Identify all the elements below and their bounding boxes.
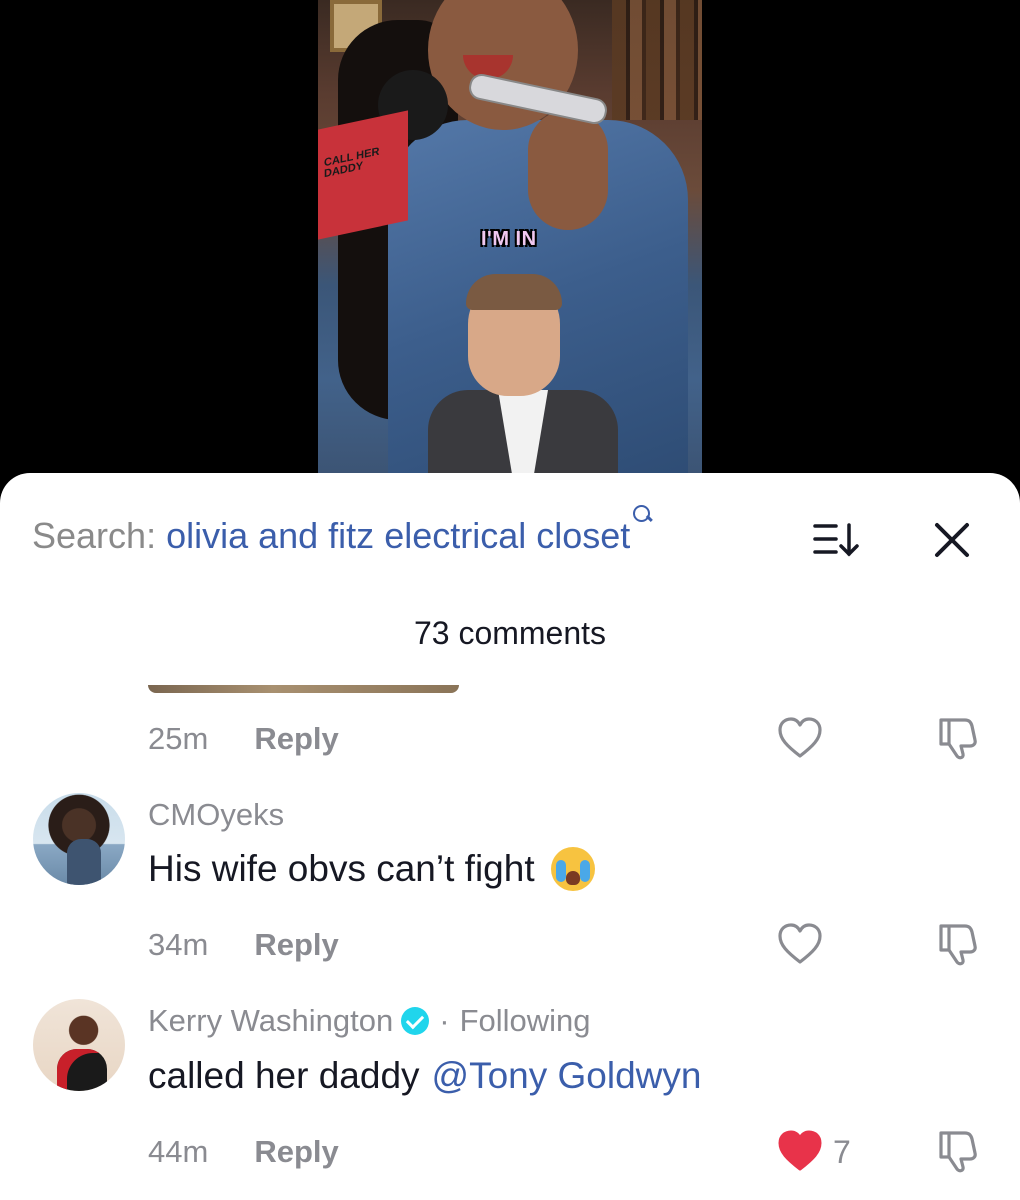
search-icon[interactable] — [632, 504, 654, 526]
mic-flag: CALL HER DADDY — [318, 110, 408, 240]
comment-text: His wife obvs can’t fight — [148, 848, 535, 889]
reply-button[interactable]: Reply — [254, 721, 338, 757]
separator-dot: · — [439, 1003, 450, 1038]
sort-icon[interactable] — [812, 521, 860, 559]
reply-button[interactable]: Reply — [254, 927, 338, 963]
inset-hair — [466, 274, 562, 310]
comment-time: 25m — [148, 721, 209, 756]
avatar[interactable] — [33, 793, 125, 885]
heart-icon[interactable] — [777, 716, 823, 760]
search-banner[interactable]: Search: olivia and fitz electrical close… — [32, 505, 654, 561]
comments-sheet: Search: olivia and fitz electrical close… — [0, 473, 1020, 1200]
comment-time: 44m — [148, 1134, 209, 1169]
avatar[interactable] — [33, 999, 125, 1091]
reply-button[interactable]: Reply — [254, 1134, 338, 1170]
video-frame[interactable]: CALL HER DADDY I'M IN — [318, 0, 702, 475]
loudly-crying-face-icon — [550, 847, 595, 891]
inset-portrait — [428, 274, 618, 475]
comments-count: 73 comments — [413, 615, 607, 651]
mention-link[interactable]: @Tony Goldwyn — [432, 1055, 702, 1097]
thumbs-down-icon[interactable] — [935, 1127, 981, 1173]
comment-username[interactable]: CMOyeks — [148, 797, 284, 833]
comment-body: called her daddy @Tony Goldwyn — [148, 1055, 701, 1097]
comment-meta: 25m Reply — [148, 721, 339, 757]
search-query-link[interactable]: olivia and fitz electrical closet — [166, 515, 630, 557]
mic-flag-text: CALL HER DADDY — [324, 145, 380, 181]
comment-body: His wife obvs can’t fight — [148, 847, 595, 891]
username-text: CMOyeks — [148, 797, 285, 832]
comment-media-thumbnail[interactable] — [148, 685, 459, 693]
following-label: Following — [459, 1003, 591, 1038]
comment-username[interactable]: Kerry Washington · Following — [148, 1003, 591, 1039]
search-prefix: Search: — [32, 515, 157, 556]
close-icon[interactable] — [930, 518, 974, 562]
username-text: Kerry Washington — [148, 1003, 394, 1038]
like-count: 7 — [833, 1134, 851, 1170]
background-bookshelf — [612, 0, 702, 120]
video-caption: I'M IN — [481, 228, 537, 250]
verified-badge-icon — [401, 1007, 430, 1035]
video-player[interactable]: CALL HER DADDY I'M IN — [0, 0, 1020, 500]
person-hand — [528, 110, 608, 230]
comment-meta: 34m Reply — [148, 927, 339, 963]
thumbs-down-icon[interactable] — [935, 920, 981, 966]
heart-icon-liked[interactable] — [777, 1129, 823, 1173]
comment-text: called her daddy — [148, 1055, 420, 1096]
comment-meta: 44m Reply — [148, 1134, 339, 1170]
heart-icon[interactable] — [777, 922, 823, 966]
thumbs-down-icon[interactable] — [935, 714, 981, 760]
comment-time: 34m — [148, 927, 209, 962]
